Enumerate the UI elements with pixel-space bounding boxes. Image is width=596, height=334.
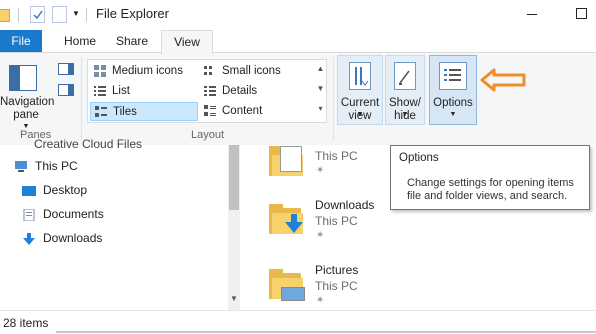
current-view-button[interactable]: Current view ▼ — [337, 55, 383, 125]
properties-icon[interactable] — [30, 6, 45, 23]
ribbon: Navigation pane ▼ Panes Medium icons Sma… — [0, 52, 596, 146]
item-name: Downloads — [315, 198, 375, 212]
layout-item-label: Details — [222, 85, 258, 97]
tab-view[interactable]: View — [161, 30, 213, 54]
layout-details[interactable]: Details — [200, 82, 308, 101]
options-label: Options — [433, 97, 473, 109]
layout-item-label: Small icons — [222, 65, 281, 77]
new-folder-icon[interactable] — [52, 6, 67, 23]
scrollbar-thumb[interactable] — [229, 145, 239, 210]
content-icon — [204, 105, 217, 117]
documents-icon — [22, 207, 36, 222]
item-location: This PC — [315, 149, 358, 163]
tree-item-label: This PC — [35, 159, 78, 173]
tree-item-label: Creative Cloud Files — [34, 137, 143, 151]
scroll-down-icon[interactable]: ▼ — [315, 82, 326, 95]
show-hide-label: Show/ hide — [389, 97, 421, 122]
tooltip-title: Options — [399, 152, 439, 164]
item-location: This PC — [315, 279, 358, 293]
status-bar: 28 items — [0, 310, 596, 334]
annotation-arrow-icon — [480, 68, 526, 92]
preview-pane-icon[interactable] — [58, 63, 74, 75]
options-tooltip: Options Change settings for opening item… — [390, 145, 590, 210]
navigation-tree: Creative Cloud Files This PC Desktop Doc… — [0, 137, 228, 310]
layout-gallery: Medium icons Small icons List Details Ti… — [87, 59, 327, 123]
layout-item-label: Content — [222, 105, 263, 117]
tab-share[interactable]: Share — [110, 30, 154, 52]
list-icon — [94, 85, 107, 97]
pin-icon: ✴ — [316, 295, 325, 306]
navigation-pane-icon — [9, 65, 37, 91]
customize-toolbar-chevron-icon[interactable]: ▼ — [72, 9, 80, 19]
folder-icon — [269, 204, 305, 234]
medium-icons-icon — [94, 65, 107, 77]
pin-icon: ✴ — [316, 165, 325, 176]
options-button[interactable]: Options ▼ — [429, 55, 477, 125]
details-icon — [204, 85, 217, 97]
layout-content[interactable]: Content — [200, 102, 308, 121]
minimize-button[interactable] — [527, 14, 537, 15]
details-pane-icon[interactable] — [58, 84, 74, 96]
tiles-icon — [95, 106, 108, 118]
tab-file[interactable]: File — [0, 30, 42, 52]
layout-item-label: Tiles — [113, 106, 137, 118]
layout-medium-icons[interactable]: Medium icons — [90, 62, 198, 81]
document-overlay-icon — [280, 146, 302, 172]
picture-overlay-icon — [281, 287, 305, 301]
chevron-down-icon: ▼ — [449, 111, 457, 118]
sort-by-icon — [349, 62, 371, 90]
layout-tiles[interactable]: Tiles — [90, 102, 198, 121]
layout-item-label: Medium icons — [112, 65, 183, 77]
chevron-down-icon: ▼ — [401, 111, 409, 118]
window-title: File Explorer — [96, 6, 169, 21]
tree-item-label: Downloads — [43, 231, 103, 245]
desktop-icon — [22, 183, 36, 196]
tab-home[interactable]: Home — [50, 30, 110, 52]
group-divider — [333, 57, 334, 141]
layout-list[interactable]: List — [90, 82, 198, 101]
layout-small-icons[interactable]: Small icons — [200, 62, 308, 81]
pin-icon: ✴ — [316, 230, 325, 241]
tree-item-label: Desktop — [43, 183, 88, 197]
scroll-up-icon[interactable]: ▲ — [315, 62, 326, 75]
download-arrow-icon — [285, 214, 303, 233]
computer-icon — [14, 159, 28, 172]
folder-icon — [0, 9, 10, 22]
scroll-down-icon[interactable]: ▼ — [229, 294, 239, 303]
ribbon-tabs: File Home Share View — [0, 30, 596, 54]
download-arrow-icon — [22, 231, 36, 245]
chevron-down-icon: ▼ — [356, 111, 364, 118]
show-hide-icon — [394, 62, 416, 90]
expand-gallery-icon[interactable]: ▾ — [315, 102, 326, 115]
layout-group-label: Layout — [191, 129, 225, 141]
options-icon — [439, 62, 467, 90]
folder-icon — [269, 146, 305, 176]
item-count: 28 items — [3, 316, 49, 330]
maximize-button[interactable] — [576, 8, 587, 19]
title-bar: ▼ File Explorer — [0, 0, 596, 30]
tooltip-body: Change settings for opening items file a… — [407, 177, 574, 202]
navigation-pane-button[interactable]: Navigation pane — [0, 96, 54, 122]
layout-item-label: List — [112, 85, 130, 97]
separator — [18, 8, 19, 22]
show-hide-button[interactable]: Show/ hide ▼ — [385, 55, 425, 125]
current-view-label: Current view — [340, 97, 380, 122]
group-divider — [81, 57, 82, 141]
list-item[interactable]: Pictures This PC ✴ — [240, 260, 596, 310]
tree-item-label: Documents — [43, 207, 104, 221]
item-name: Pictures — [315, 263, 359, 277]
small-icons-icon — [204, 65, 217, 77]
folder-icon — [269, 269, 305, 301]
item-location: This PC — [315, 214, 358, 228]
separator — [86, 8, 87, 22]
navigation-scrollbar[interactable]: ▼ — [228, 145, 240, 310]
